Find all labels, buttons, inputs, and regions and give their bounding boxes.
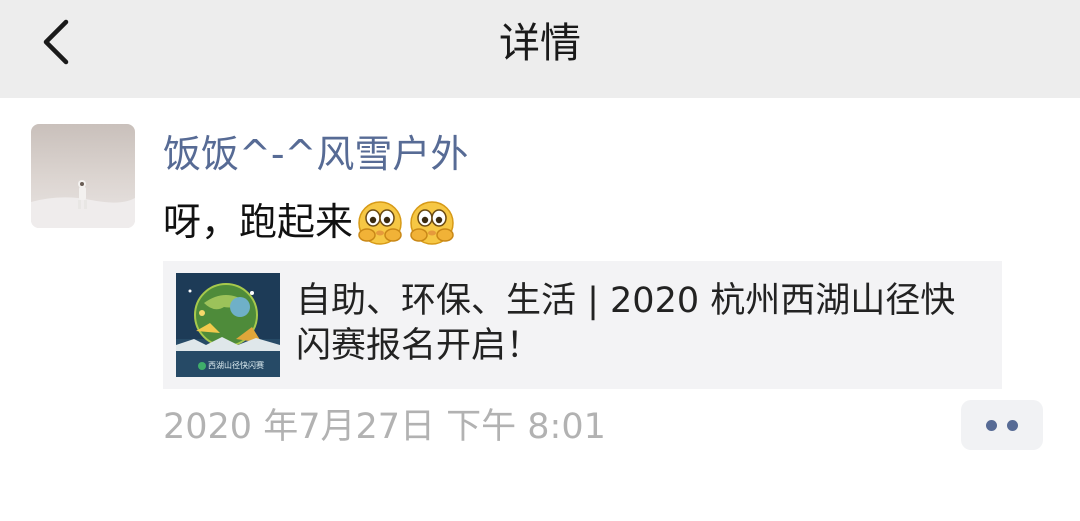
post-text-row: 呀，跑起来 [163, 196, 457, 248]
nav-bar: 详情 [0, 0, 1080, 98]
post-timestamp: 2020 年7月27日 下午 8:01 [163, 407, 606, 447]
avatar-image [31, 124, 135, 228]
page-title: 详情 [499, 19, 581, 67]
more-dot-icon [986, 420, 997, 431]
more-dot-icon [1007, 420, 1018, 431]
avatar[interactable] [31, 124, 135, 228]
thumbnail-caption: 西湖山径快闪赛 [208, 361, 264, 370]
post-text: 呀，跑起来 [163, 200, 354, 244]
more-actions-button[interactable] [961, 400, 1043, 450]
shared-link-card[interactable]: 西湖山径快闪赛 自助、环保、生活 | 2020 杭州西湖山径快闪赛报名开启！ [163, 261, 1002, 389]
link-title: 自助、环保、生活 | 2020 杭州西湖山径快闪赛报名开启！ [296, 281, 956, 366]
link-thumbnail: 西湖山径快闪赛 [176, 273, 280, 377]
peeking-emoji-icon [410, 201, 454, 245]
peeking-emoji-icon [358, 201, 402, 245]
author-name[interactable]: 饭饭^-^风雪户外 [163, 131, 468, 177]
